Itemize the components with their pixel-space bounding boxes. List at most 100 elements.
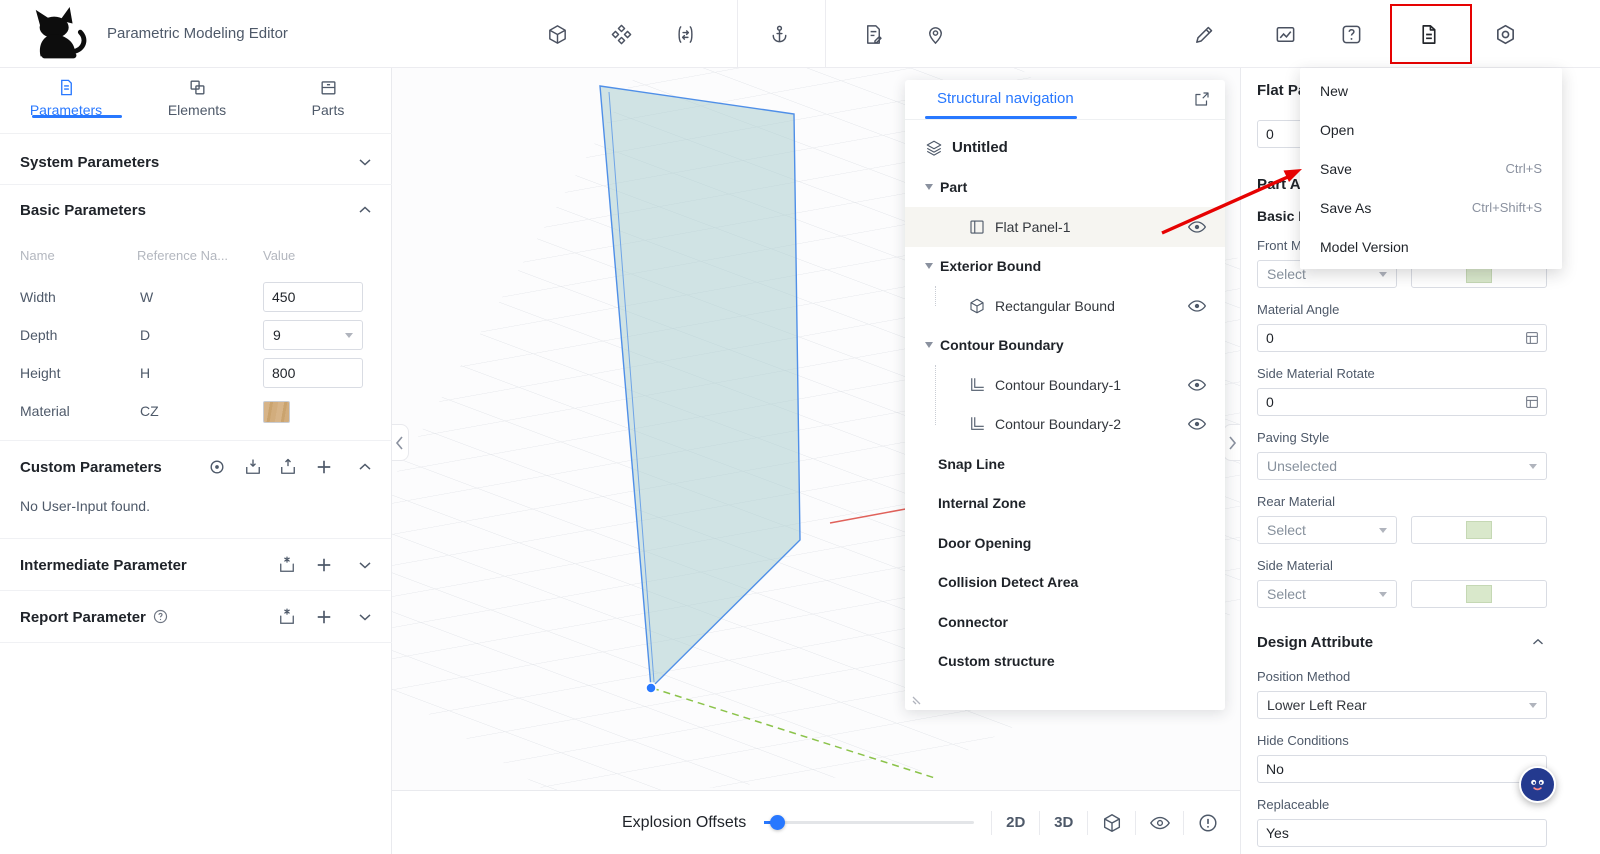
question-circle-icon[interactable] [152, 608, 169, 625]
chevron-up-icon[interactable] [355, 200, 375, 220]
component-box-icon[interactable] [544, 21, 570, 47]
gallery-chart-icon[interactable] [1272, 21, 1298, 47]
active-tab-indicator [925, 116, 1077, 119]
anchor-icon[interactable] [766, 21, 792, 47]
chevron-down-icon [1379, 592, 1387, 597]
parameters-sidebar: Parameters Elements Parts System Paramet… [0, 68, 392, 854]
settings-icon[interactable] [1492, 21, 1518, 47]
side-material-field: Side Material Select [1257, 558, 1584, 608]
menu-item-model-version[interactable]: Model Version [1300, 227, 1562, 266]
side-material-rotate-input[interactable] [1257, 388, 1547, 416]
template-star-icon[interactable] [277, 607, 297, 627]
explosion-slider[interactable] [764, 821, 974, 824]
assembly-module-icon[interactable] [608, 21, 634, 47]
chevron-down-icon[interactable] [355, 152, 375, 172]
crosshair-icon[interactable] [207, 457, 227, 477]
chevron-down-icon [1529, 703, 1537, 708]
tree-group-snap-line[interactable]: Snap Line [905, 444, 1225, 484]
tree-group-contour-boundary[interactable]: Contour Boundary [905, 326, 1225, 366]
formula-table-icon[interactable] [1524, 394, 1540, 410]
view-3d-button[interactable]: 3D [1040, 814, 1087, 831]
plus-icon[interactable] [314, 607, 334, 627]
isometric-cube-icon[interactable] [1088, 812, 1135, 834]
chevron-up-icon[interactable] [1529, 633, 1547, 651]
slider-knob[interactable] [770, 815, 785, 830]
design-attribute-section[interactable]: Design Attribute [1257, 632, 1547, 652]
material-angle-field: Material Angle [1257, 302, 1584, 352]
visibility-eye-icon[interactable] [1187, 414, 1207, 434]
collapse-caret-icon[interactable] [925, 342, 933, 348]
view-2d-button[interactable]: 2D [992, 814, 1039, 831]
collapse-right-panel-handle[interactable] [1223, 424, 1240, 461]
rear-material-swatch[interactable] [1411, 516, 1547, 544]
template-star-icon[interactable] [277, 555, 297, 575]
hide-conditions-input[interactable] [1257, 755, 1547, 783]
tree-group-part[interactable]: Part [905, 168, 1225, 208]
rear-material-select[interactable]: Select [1257, 516, 1397, 544]
param-reference: W [140, 289, 153, 305]
rear-material-field: Rear Material Select [1257, 494, 1584, 544]
chevron-down-icon[interactable] [355, 555, 375, 575]
menu-item-open[interactable]: Open [1300, 110, 1562, 149]
constraint-icon[interactable] [672, 21, 698, 47]
system-parameters-section[interactable]: System Parameters [0, 140, 392, 184]
replaceable-input[interactable] [1257, 819, 1547, 847]
position-method-select[interactable]: Lower Left Rear [1257, 691, 1547, 719]
divider [0, 440, 392, 441]
help-icon[interactable] [1338, 21, 1364, 47]
collapse-left-panel-handle[interactable] [392, 424, 409, 461]
menu-item-save-as[interactable]: Save AsCtrl+Shift+S [1300, 188, 1562, 227]
visibility-eye-icon[interactable] [1187, 296, 1207, 316]
tree-group-custom-structure[interactable]: Custom structure [905, 642, 1225, 682]
chat-assistant-button[interactable] [1519, 766, 1556, 803]
collapse-caret-icon[interactable] [925, 263, 933, 269]
import-icon[interactable] [243, 457, 263, 477]
tree-group-collision-detect-area[interactable]: Collision Detect Area [905, 563, 1225, 603]
plus-icon[interactable] [314, 555, 334, 575]
tree-item-contour-boundary-2[interactable]: Contour Boundary-2 [905, 405, 1225, 445]
depth-select[interactable]: 9 [263, 320, 363, 350]
panel-resize-icon[interactable] [911, 694, 923, 706]
tab-elements[interactable]: Elements [142, 78, 252, 118]
expand-panel-icon[interactable] [1193, 90, 1211, 108]
warning-icon[interactable] [1184, 812, 1231, 834]
tree-group-connector[interactable]: Connector [905, 602, 1225, 642]
chevron-down-icon[interactable] [355, 607, 375, 627]
side-material-swatch[interactable] [1411, 580, 1547, 608]
visibility-eye-icon[interactable] [1187, 217, 1207, 237]
visibility-eye-icon[interactable] [1187, 375, 1207, 395]
edit-pencil-icon[interactable] [1191, 21, 1217, 47]
tree-item-rectangular-bound[interactable]: Rectangular Bound [905, 286, 1225, 326]
paving-style-select[interactable]: Unselected [1257, 452, 1547, 480]
material-swatch[interactable] [263, 401, 290, 423]
tree-group-exterior-bound[interactable]: Exterior Bound [905, 247, 1225, 287]
tree-item-flat-panel-1[interactable]: Flat Panel-1 [905, 207, 1225, 247]
document-edit-icon[interactable] [860, 21, 886, 47]
material-angle-input[interactable] [1257, 324, 1547, 352]
plus-icon[interactable] [314, 457, 334, 477]
section-title: Design Attribute [1257, 634, 1373, 651]
export-icon[interactable] [278, 457, 298, 477]
tree-item-contour-boundary-1[interactable]: Contour Boundary-1 [905, 365, 1225, 405]
visibility-eye-icon[interactable] [1136, 812, 1183, 834]
tree-group-door-opening[interactable]: Door Opening [905, 523, 1225, 563]
side-material-select[interactable]: Select [1257, 580, 1397, 608]
tab-parts[interactable]: Parts [273, 78, 383, 118]
annotation-highlight-box [1390, 4, 1472, 64]
formula-table-icon[interactable] [1524, 330, 1540, 346]
tree-root-untitled[interactable]: Untitled [905, 128, 1225, 168]
width-input[interactable] [263, 282, 363, 312]
menu-item-new[interactable]: New [1300, 71, 1562, 110]
collapse-caret-icon[interactable] [925, 184, 933, 190]
chevron-up-icon[interactable] [355, 457, 375, 477]
placement-pin-icon[interactable] [922, 21, 948, 47]
position-method-field: Position Method Lower Left Rear [1257, 669, 1584, 719]
tab-parameters[interactable]: Parameters [11, 78, 121, 118]
menu-item-save[interactable]: SaveCtrl+S [1300, 149, 1562, 188]
bound-box-icon [968, 297, 986, 315]
height-input[interactable] [263, 358, 363, 388]
tree-group-internal-zone[interactable]: Internal Zone [905, 484, 1225, 524]
origin-point[interactable] [646, 683, 656, 693]
field-label: Side Material [1257, 558, 1584, 576]
basic-parameters-section[interactable]: Basic Parameters [0, 188, 392, 232]
